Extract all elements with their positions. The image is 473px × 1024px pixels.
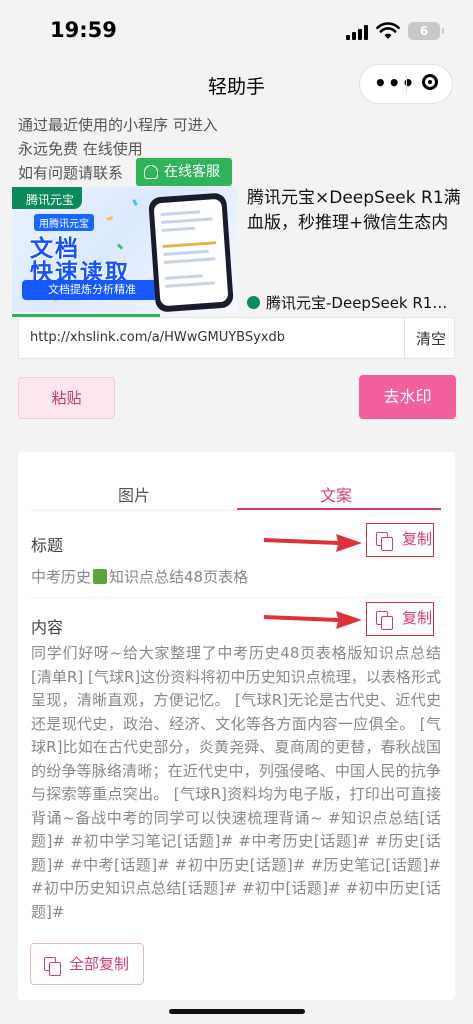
home-indicator (169, 1009, 305, 1014)
notice-line-3: 如有问题请联系 (18, 164, 124, 182)
clear-button[interactable]: 清空 (416, 328, 446, 349)
tab-divider (30, 510, 443, 511)
tab-images[interactable]: 图片 (118, 482, 150, 506)
copy-icon (376, 532, 393, 551)
battery-icon: 6 (408, 22, 444, 40)
notice-line-1: 通过最近使用的小程序 可进入 (18, 116, 218, 134)
online-service-label: 在线客服 (164, 164, 220, 180)
title-label: 标题 (31, 536, 64, 555)
ad-image[interactable]: 腾讯元宝 用腾讯元宝 文档 快速读取 文档提炼分析精准 (12, 187, 237, 312)
copy-content-label: 复制 (402, 609, 433, 627)
copy-all-button[interactable]: 全部复制 (30, 943, 144, 985)
target-icon[interactable] (422, 74, 438, 90)
ad-footer[interactable]: 腾讯元宝-DeepSeek R1联… (247, 292, 462, 313)
copy-title-label: 复制 (402, 530, 433, 548)
ad-title[interactable]: 腾讯元宝×DeepSeek R1满血版，秒推理+微信生态内 (247, 186, 462, 236)
title-value-text-2: 知识点总结48页表格 (109, 568, 249, 586)
tab-copywriting[interactable]: 文案 (320, 482, 352, 506)
miniprogram-capsule: ••• (359, 64, 453, 104)
yuanbao-logo-icon (247, 296, 260, 309)
title-value: 中考历史 知识点总结48页表格 (31, 566, 248, 587)
notice-line-2: 永远免费 在线使用 (18, 140, 143, 158)
copy-all-label: 全部复制 (69, 955, 130, 973)
ad-footer-text: 腾讯元宝-DeepSeek R1联… (266, 294, 462, 312)
content-text: 同学们好呀~给大家整理了中考历史48页表格版知识点总结[清单R] [气球R]这份… (31, 644, 441, 921)
red-arrow-icon (264, 611, 362, 629)
capsule-divider (406, 75, 407, 93)
paste-button[interactable]: 粘贴 (18, 377, 115, 419)
title-value-text-1: 中考历史 (31, 568, 92, 586)
cellular-signal-icon (346, 24, 370, 40)
wifi-icon (376, 22, 400, 39)
copy-title-button[interactable]: 复制 (366, 523, 434, 557)
copy-content-button[interactable]: 复制 (366, 602, 434, 636)
ad-image-sub: 文档提炼分析精准 (22, 280, 162, 300)
red-arrow-icon (264, 534, 362, 552)
copy-icon (44, 957, 61, 976)
more-dots-icon[interactable]: ••• (374, 73, 415, 93)
status-time: 19:59 (50, 18, 117, 42)
ad-image-brand: 腾讯元宝 (26, 193, 75, 207)
url-input-value[interactable]: http://xhslink.com/a/HWwGMUYBSyxdb (30, 330, 285, 345)
copy-icon (376, 611, 393, 630)
url-input-divider (404, 318, 405, 358)
phone-illustration (148, 192, 234, 312)
online-service-button[interactable]: 在线客服 (136, 158, 232, 186)
remove-watermark-button[interactable]: 去水印 (359, 375, 456, 419)
content-label: 内容 (31, 618, 64, 637)
section-divider (30, 597, 443, 598)
green-book-icon (93, 569, 108, 584)
person-icon (144, 165, 158, 179)
